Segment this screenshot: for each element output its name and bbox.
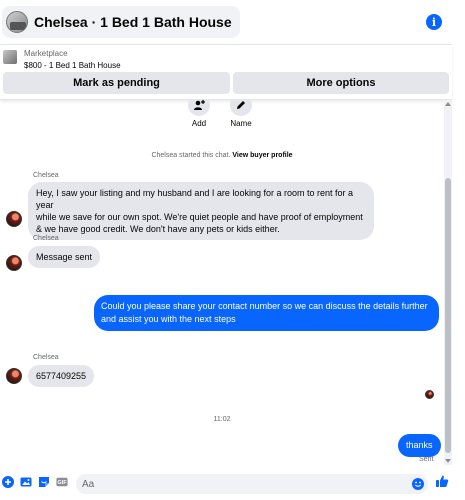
more-options-button[interactable]: More options bbox=[233, 72, 449, 94]
sticker-icon[interactable] bbox=[38, 476, 50, 488]
message-input[interactable] bbox=[76, 474, 396, 494]
chat-started-notice: Chelsea started this chat. View buyer pr… bbox=[0, 152, 444, 159]
sender-avatar[interactable] bbox=[6, 368, 22, 384]
view-buyer-profile-link[interactable]: View buyer profile bbox=[232, 152, 292, 159]
marketplace-label: Marketplace bbox=[24, 49, 68, 58]
emoji-icon[interactable] bbox=[412, 478, 424, 490]
message-thread[interactable]: Add Name Chelsea started this chat. View… bbox=[0, 100, 444, 465]
message-sender: Chelsea bbox=[33, 172, 59, 179]
read-receipt-avatar bbox=[425, 390, 434, 399]
chat-header: Chelsea · 1 Bed 1 Bath House i bbox=[0, 0, 452, 44]
outgoing-message[interactable]: Could you please share your contact numb… bbox=[94, 295, 439, 331]
name-action[interactable]: Name bbox=[221, 100, 261, 128]
message-status: Sent bbox=[419, 456, 434, 463]
incoming-message[interactable]: Hey, I saw your listing and my husband a… bbox=[28, 182, 374, 240]
pencil-icon bbox=[230, 100, 252, 116]
scrollbar-thumb[interactable] bbox=[445, 178, 451, 453]
add-action[interactable]: Add bbox=[179, 100, 219, 128]
message-line: & we have good credit. We don't have any… bbox=[36, 224, 280, 234]
message-composer: GIF bbox=[0, 472, 465, 496]
listing-avatar bbox=[6, 11, 28, 33]
svg-text:GIF: GIF bbox=[57, 480, 67, 486]
message-line: and assist you with the next steps bbox=[101, 314, 236, 324]
message-line: Hey, I saw your listing and my husband a… bbox=[36, 188, 353, 210]
message-sender: Chelsea bbox=[33, 354, 59, 361]
scrollbar[interactable] bbox=[444, 100, 452, 465]
mark-as-pending-button[interactable]: Mark as pending bbox=[3, 72, 230, 94]
incoming-message[interactable]: Message sent bbox=[28, 246, 101, 268]
listing-title[interactable]: $800 - 1 Bed 1 Bath House bbox=[24, 61, 121, 70]
listing-thumbnail[interactable] bbox=[3, 50, 17, 64]
thumbs-up-icon[interactable] bbox=[435, 474, 449, 488]
chat-title-button[interactable]: Chelsea · 1 Bed 1 Bath House bbox=[2, 6, 240, 38]
name-action-label: Name bbox=[230, 119, 252, 128]
message-line: while we save for our own spot. We're qu… bbox=[36, 212, 363, 222]
chat-started-text: Chelsea started this chat. bbox=[151, 152, 231, 159]
info-icon[interactable]: i bbox=[426, 14, 442, 30]
outgoing-message[interactable]: thanks bbox=[398, 434, 441, 457]
scroll-up-arrow[interactable] bbox=[445, 102, 451, 106]
scroll-down-arrow[interactable] bbox=[445, 459, 451, 463]
chat-title: Chelsea · 1 Bed 1 Bath House bbox=[34, 14, 232, 30]
message-timestamp: 11:02 bbox=[213, 416, 231, 423]
sender-avatar[interactable] bbox=[6, 255, 22, 271]
image-icon[interactable] bbox=[20, 476, 32, 488]
add-action-label: Add bbox=[191, 119, 207, 128]
add-person-icon bbox=[188, 100, 210, 116]
message-sender: Chelsea bbox=[33, 235, 59, 242]
incoming-message[interactable]: 6577409255 bbox=[28, 365, 95, 387]
plus-circle-icon[interactable] bbox=[2, 476, 14, 488]
sender-avatar[interactable] bbox=[6, 211, 22, 227]
gif-icon[interactable]: GIF bbox=[56, 476, 68, 488]
message-line: Could you please share your contact numb… bbox=[101, 301, 428, 311]
marketplace-bar: Marketplace $800 - 1 Bed 1 Bath House Ma… bbox=[0, 44, 452, 100]
message-input-wrapper bbox=[76, 474, 428, 494]
